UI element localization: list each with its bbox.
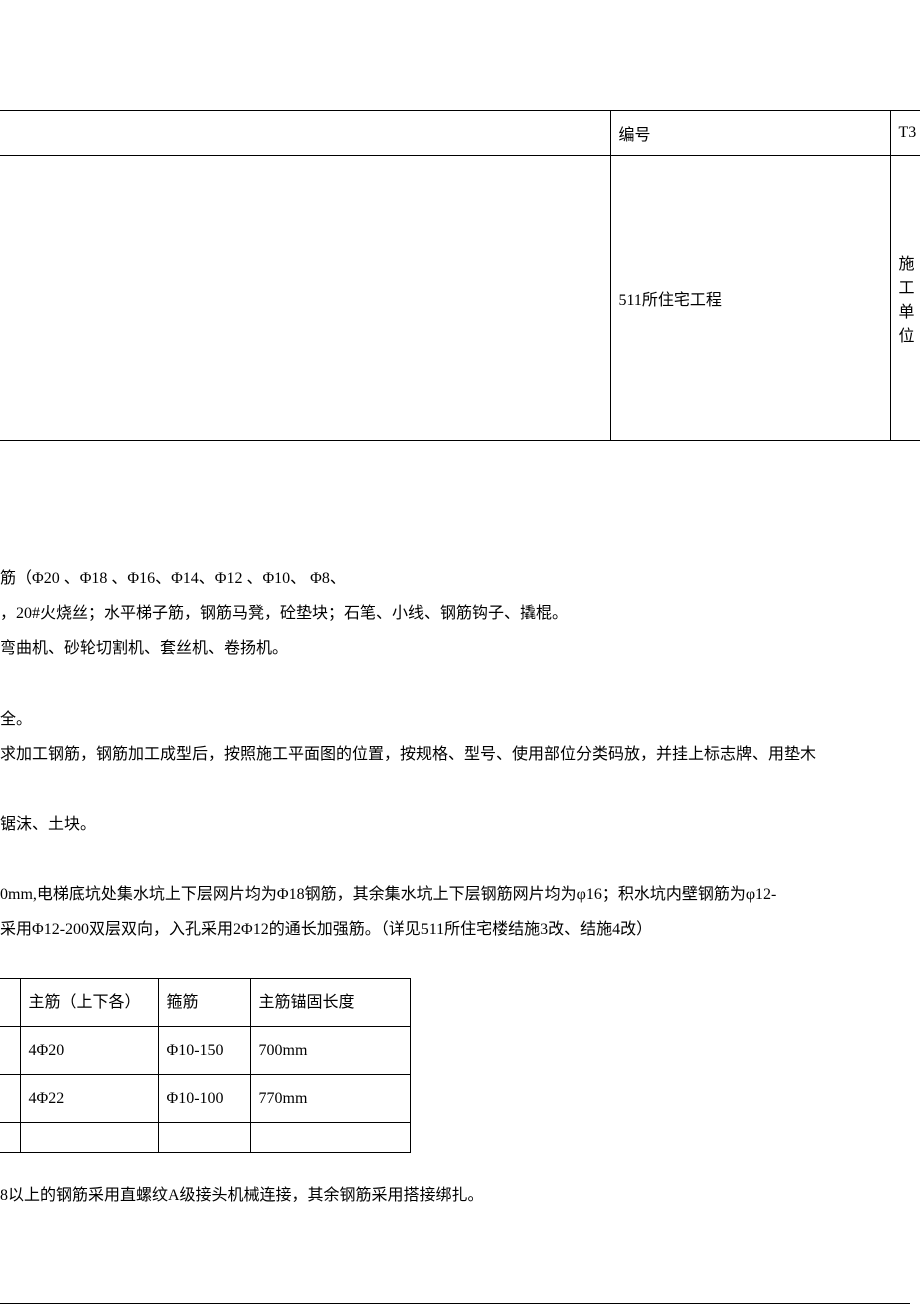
spec-row-2: 4Φ22 Φ10-100 770mm [0,1074,410,1122]
spec-h-anchor: 主筋锚固长度 [250,978,410,1026]
header-code: T3 [890,111,920,156]
header-r1-empty [0,111,610,156]
spec-r3-main [20,1123,158,1153]
body-content: 筋（Φ20 、Φ18 、Φ16、Φ14、Φ12 、Φ10、 Φ8、 ，20#火烧… [0,561,920,1304]
spec-h-stirrup: 箍筋 [158,978,250,1026]
body-p2: ，20#火烧丝；水平梯子筋，钢筋马凳，砼垫块；石笔、小线、钢筋钩子、撬棍。 [0,596,910,631]
header-r2-empty [0,156,610,441]
blank-1 [0,667,910,702]
body-p5: 求加工钢筋，钢筋加工成型后，按照施工平面图的位置，按规格、型号、使用部位分类码放… [0,737,910,772]
spec-row-1: 4Φ20 Φ10-150 700mm [0,1026,410,1074]
spec-r3-anchor [250,1123,410,1153]
header-row-2: 511所住宅工程 施工单位 城建五公司民族路项目部 [0,156,920,441]
blank-3 [0,842,910,877]
header-table: 编号 T3 511所住宅工程 施工单位 城建五公司民族路项目部 [0,110,920,441]
header-number-label: 编号 [610,111,890,156]
body-p1: 筋（Φ20 、Φ18 、Φ16、Φ14、Φ12 、Φ10、 Φ8、 [0,561,910,596]
spec-h-main: 主筋（上下各） [20,978,158,1026]
spec-r2-blank [0,1074,20,1122]
spec-r1-anchor: 700mm [250,1026,410,1074]
spec-r1-stirrup: Φ10-150 [158,1026,250,1074]
header-unit-label: 施工单位 [890,156,920,441]
spec-row-3 [0,1123,410,1153]
spec-r3-blank [0,1123,20,1153]
body-p6: 锯沫、土块。 [0,807,910,842]
header-project: 511所住宅工程 [610,156,890,441]
spec-h-blank [0,978,20,1026]
body-p8: 采用Φ12-200双层双向，入孔采用2Φ12的通长加强筋。（详见511所住宅楼结… [0,912,910,947]
spec-r3-stirrup [158,1123,250,1153]
body-p3: 弯曲机、砂轮切割机、套丝机、卷扬机。 [0,631,910,666]
spec-r2-anchor: 770mm [250,1074,410,1122]
blank-2 [0,772,910,807]
spec-r2-stirrup: Φ10-100 [158,1074,250,1122]
body-p7: 0mm,电梯底坑处集水坑上下层网片均为Φ18钢筋，其余集水坑上下层钢筋网片均为φ… [0,877,910,912]
spec-r2-main: 4Φ22 [20,1074,158,1122]
header-row-1: 编号 T3 [0,111,920,156]
spec-r1-main: 4Φ20 [20,1026,158,1074]
body-p-after: 8以上的钢筋采用直螺纹A级接头机械连接，其余钢筋采用搭接绑扎。 [0,1178,910,1213]
body-p4: 全。 [0,702,910,737]
spec-r1-blank [0,1026,20,1074]
spec-header-row: 主筋（上下各） 箍筋 主筋锚固长度 [0,978,410,1026]
spec-table: 主筋（上下各） 箍筋 主筋锚固长度 4Φ20 Φ10-150 700mm 4Φ2… [0,978,411,1154]
